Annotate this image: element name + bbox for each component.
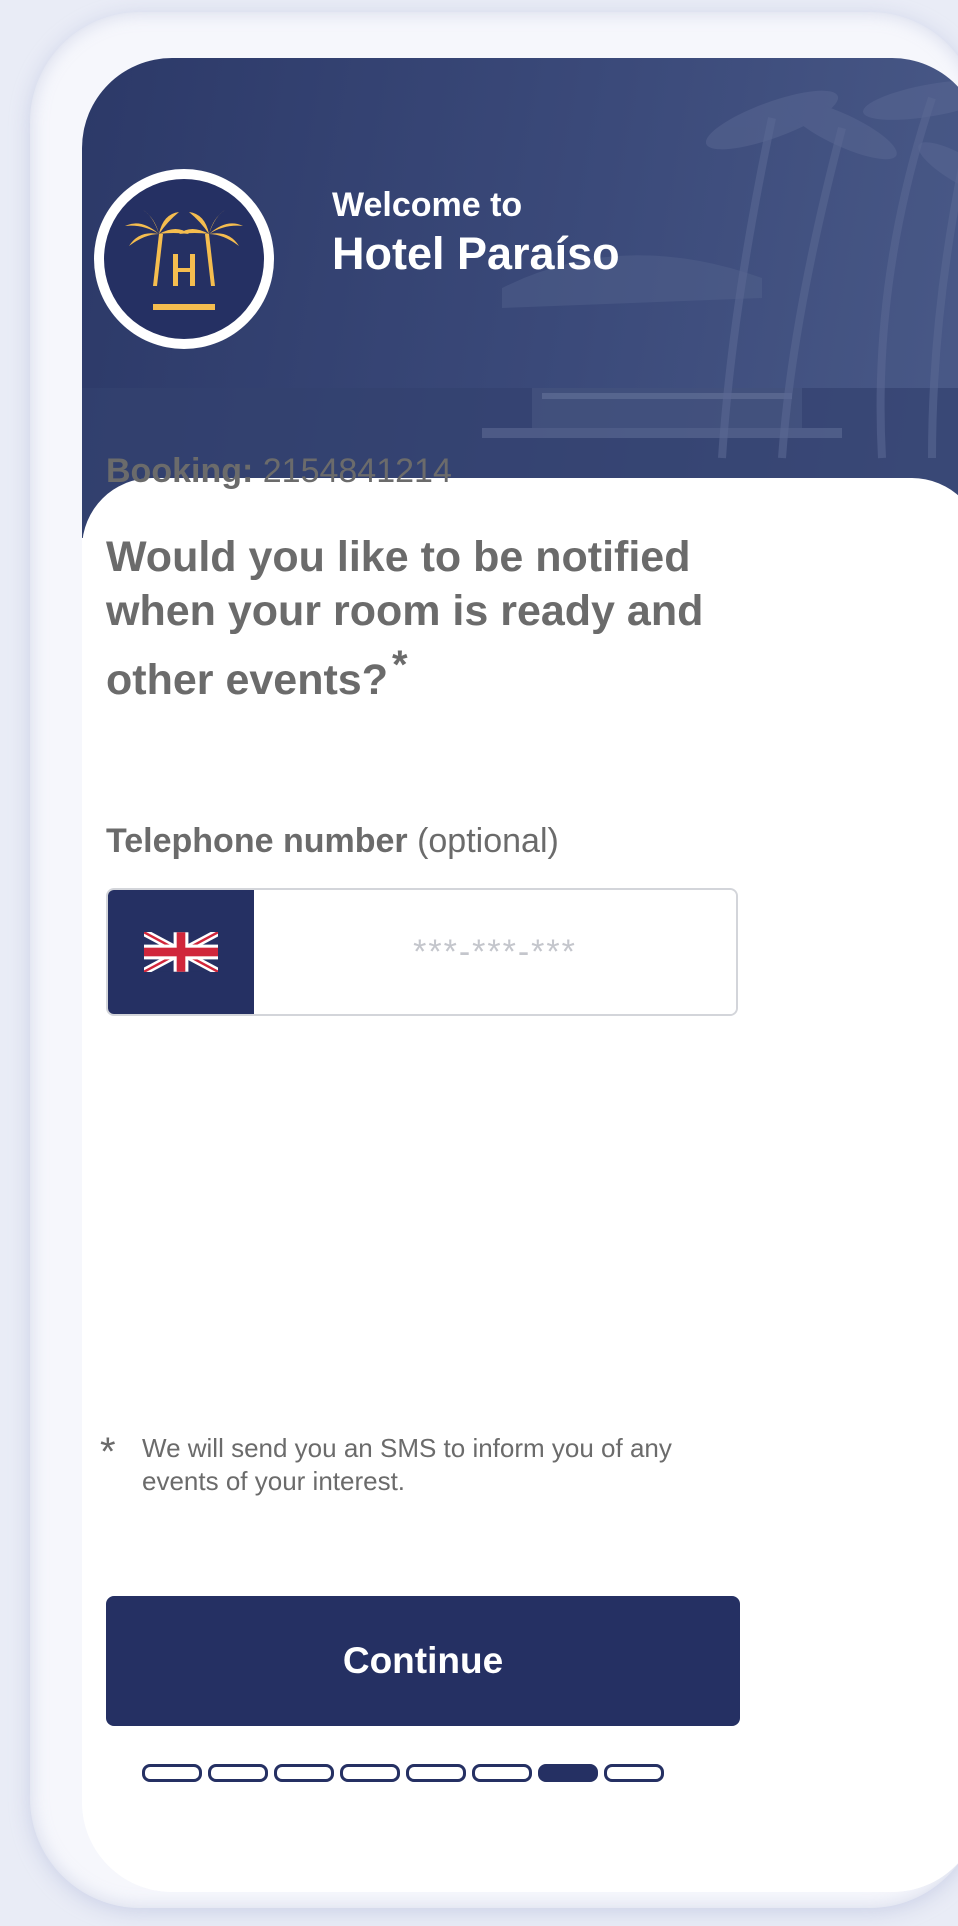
progress-step [274, 1764, 334, 1782]
progress-step [208, 1764, 268, 1782]
welcome-text: Welcome to [332, 186, 523, 224]
telephone-field [106, 888, 738, 1016]
progress-step [604, 1764, 664, 1782]
telephone-label: Telephone number (optional) [106, 822, 559, 861]
logo-graphic [125, 210, 243, 310]
footnote-asterisk: * [100, 1430, 116, 1474]
footnote-text: We will send you an SMS to inform you of… [142, 1433, 672, 1496]
notification-question: Would you like to be notified when your … [106, 530, 746, 707]
telephone-label-text: Telephone number [106, 822, 408, 860]
telephone-input[interactable] [254, 890, 736, 1014]
booking-info: Booking: 2154841214 [106, 452, 452, 491]
booking-number: 2154841214 [262, 452, 452, 490]
sms-footnote: * We will send you an SMS to inform you … [100, 1432, 740, 1498]
progress-step [340, 1764, 400, 1782]
progress-step [538, 1764, 598, 1782]
booking-label: Booking: [106, 452, 254, 490]
country-selector-button[interactable] [108, 890, 254, 1014]
hotel-name: Hotel Paraíso [332, 228, 620, 279]
progress-step [406, 1764, 466, 1782]
progress-step [472, 1764, 532, 1782]
required-asterisk: * [391, 643, 408, 687]
palm-trees-h-logo-icon [104, 179, 264, 339]
progress-step [142, 1764, 202, 1782]
uk-flag-icon [144, 932, 218, 972]
step-progress-indicator [142, 1764, 664, 1782]
continue-button[interactable]: Continue [106, 1596, 740, 1726]
telephone-optional-text: (optional) [417, 822, 559, 860]
